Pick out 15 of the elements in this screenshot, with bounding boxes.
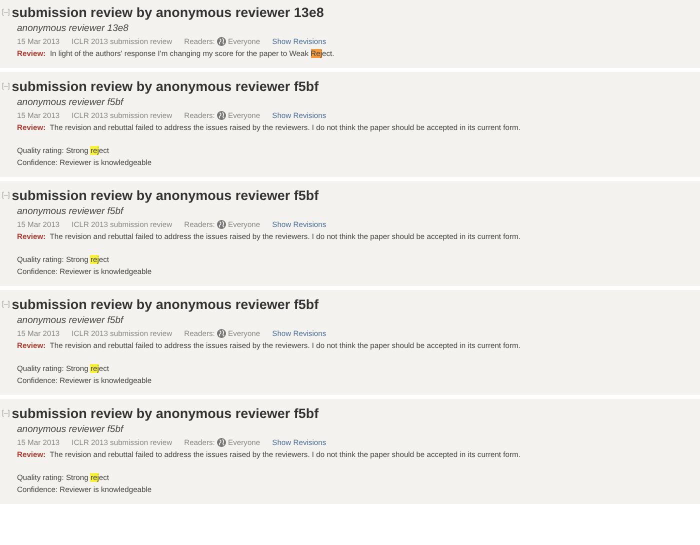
review-title: submission review by anonymous reviewer f5bf: [12, 78, 319, 96]
author-name: anonymous reviewer f5bf: [17, 96, 125, 109]
author-name: anonymous reviewer f5bf: [17, 423, 125, 436]
review-title: submission review by anonymous reviewer f5bf: [12, 187, 319, 205]
author-name: anonymous reviewer 13e8: [17, 22, 130, 35]
globe-icon: [217, 220, 226, 229]
globe-icon: [217, 37, 226, 46]
author-name: anonymous reviewer f5bf: [17, 314, 125, 327]
review-title: submission review by anonymous reviewer 13e8: [12, 4, 324, 22]
globe-icon: [217, 111, 226, 120]
review-title: submission review by anonymous reviewer f5bf: [12, 405, 319, 423]
globe-icon: [217, 329, 226, 338]
author-name: anonymous reviewer f5bf: [17, 205, 125, 218]
globe-icon: [217, 438, 226, 447]
review-title: submission review by anonymous reviewer f5bf: [12, 296, 319, 314]
